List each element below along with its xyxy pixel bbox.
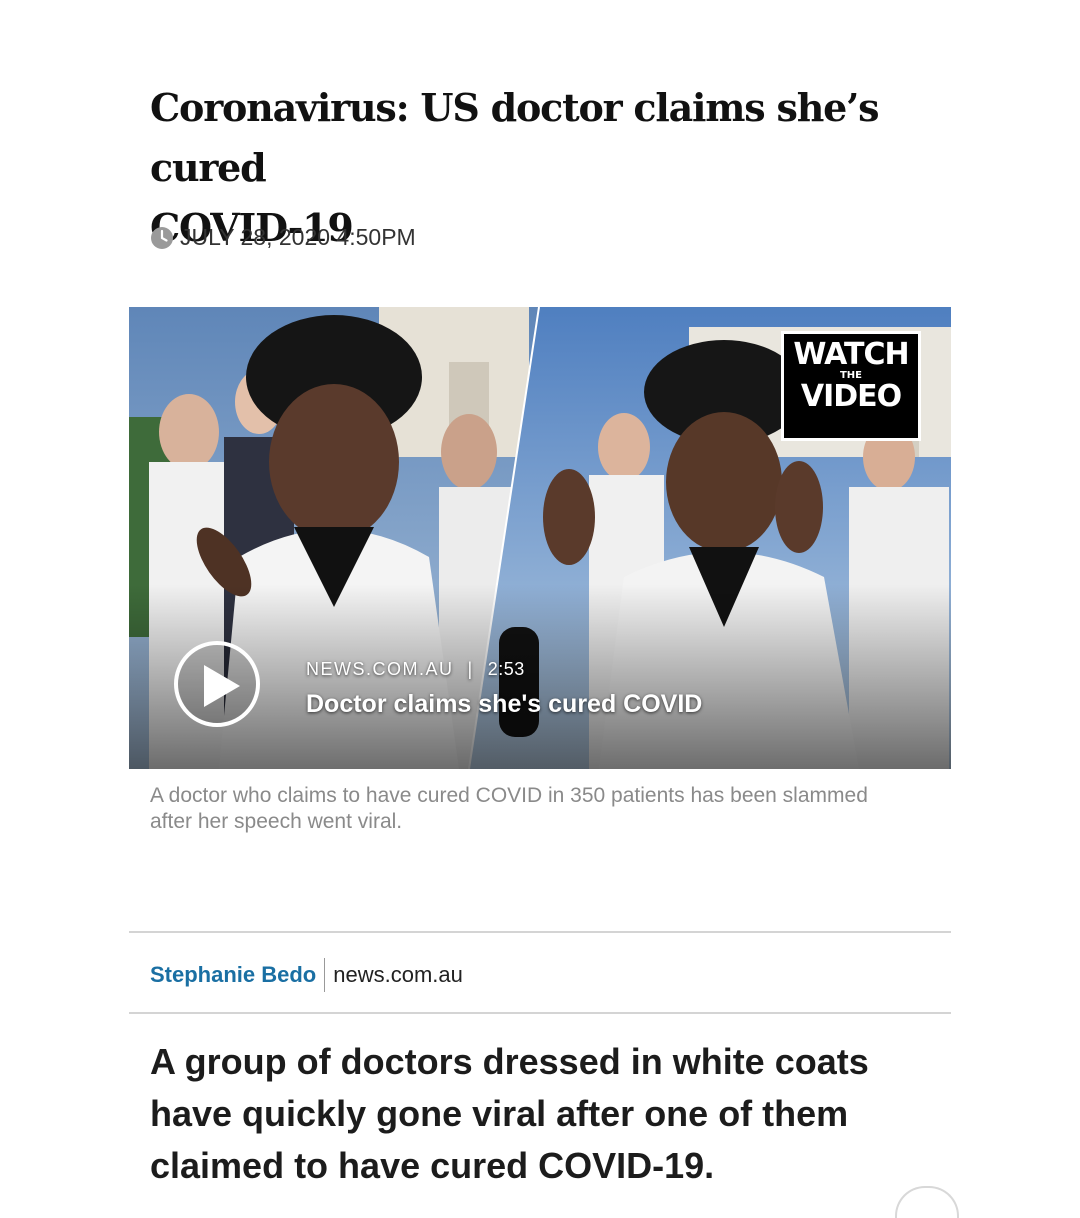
- play-icon: [204, 665, 240, 707]
- publish-date: JULY 28, 2020 4:50PM: [180, 224, 416, 250]
- article-lede: A group of doctors dressed in white coat…: [150, 1041, 869, 1186]
- video-meta: NEWS.COM.AU | 2:53 Doctor claims she's c…: [306, 659, 702, 719]
- video-caption: A doctor who claims to have cured COVID …: [150, 784, 868, 833]
- video-meta-separator: |: [467, 659, 474, 679]
- video-source: NEWS.COM.AU: [306, 659, 454, 679]
- byline: Stephanie Bedo news.com.au: [150, 958, 463, 992]
- play-button[interactable]: [174, 641, 260, 727]
- article-dateline: JULY 28, 2020 4:50PM: [150, 224, 416, 251]
- watch-the-video-badge: WATCH THE VIDEO: [781, 331, 921, 441]
- video-duration: 2:53: [487, 659, 525, 679]
- byline-top-divider: [129, 931, 951, 933]
- badge-video: VIDEO: [800, 379, 902, 414]
- byline-bottom-divider: [129, 1012, 951, 1014]
- video-player[interactable]: WATCH THE VIDEO NEWS.COM.AU | 2:53 Docto…: [129, 307, 951, 769]
- byline-source: news.com.au: [333, 962, 463, 987]
- video-title[interactable]: Doctor claims she's cured COVID: [306, 690, 702, 719]
- clock-icon: [151, 226, 173, 249]
- badge-watch: WATCH: [793, 337, 909, 372]
- headline-line-1: Coronavirus: US doctor claims she’s cure…: [150, 85, 880, 190]
- byline-divider: [324, 958, 326, 992]
- author-link[interactable]: Stephanie Bedo: [150, 962, 316, 988]
